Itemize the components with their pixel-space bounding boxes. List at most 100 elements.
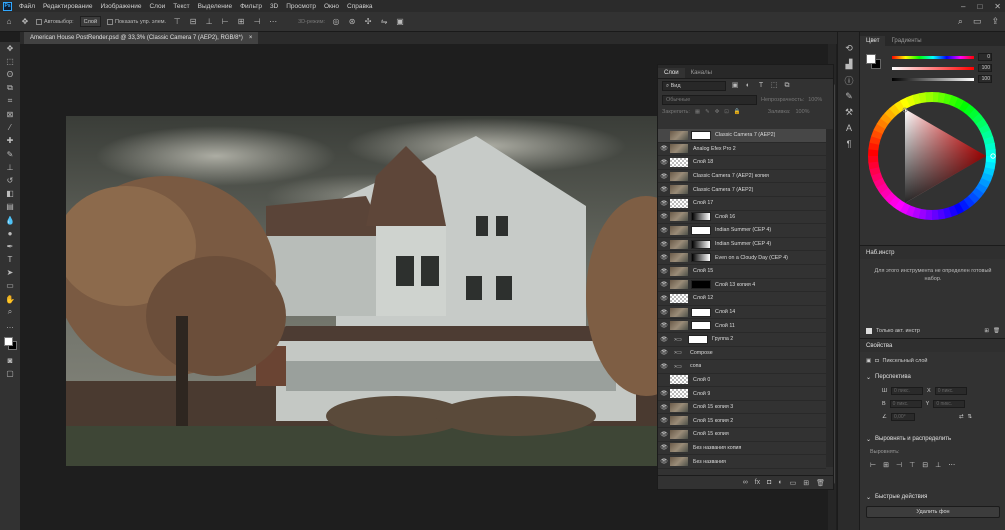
layer-thumbnail[interactable] [670,457,688,467]
layer-row[interactable]: 👁 ›▭ сопа [658,360,826,374]
visibility-eye-icon[interactable]: 👁 [658,376,670,383]
distribute-icon[interactable]: ⋯ [268,17,278,27]
layer-row[interactable]: 👁 ›▭ Compose [658,347,826,361]
tab-layers[interactable]: Слои [658,68,685,78]
filter-pixel-icon[interactable]: ▣ [731,82,739,90]
layer-thumbnail[interactable] [670,185,688,195]
remove-background-button[interactable]: Удалить фон [866,506,1000,518]
menu-help[interactable]: Справка [343,3,377,10]
filter-kind-select[interactable]: ⌕ Вид [662,81,726,91]
tab-color[interactable]: Цвет [860,36,886,46]
dodge-icon[interactable]: ● [0,227,20,240]
pan-3d-icon[interactable]: ✣ [363,17,373,27]
stamp-icon[interactable]: ⊥ [0,161,20,174]
align-vcenter-icon[interactable]: ⊟ [188,17,198,27]
layer-thumbnail[interactable] [670,266,688,276]
menu-type[interactable]: Текст [169,3,193,10]
layer-thumbnail[interactable] [670,171,688,181]
folder-icon[interactable]: ›▭ [670,363,686,370]
move-tool-icon[interactable]: ✥ [20,17,30,27]
align-bottom-edges-icon[interactable]: ⊥ [935,461,941,469]
layer-row[interactable]: 👁 ›▭ Группа 2 [658,333,826,347]
layer-row[interactable]: 👁 Слой 15 копия 3 [658,401,826,415]
align-section[interactable]: ⌄ Выровнять и распределить [860,433,1005,445]
layer-mask-thumbnail[interactable] [691,212,711,222]
orbit-3d-icon[interactable]: ◎ [331,17,341,27]
visibility-eye-icon[interactable]: 👁 [658,241,670,248]
layer-mask-thumbnail[interactable] [691,307,711,317]
visibility-eye-icon[interactable]: 👁 [658,186,670,193]
layer-mask-thumbnail[interactable] [691,130,711,140]
visibility-eye-icon[interactable]: 👁 [658,363,670,370]
link-icon[interactable]: ∞ [743,479,748,486]
visibility-eye-icon[interactable]: 👁 [658,295,670,302]
layer-thumbnail[interactable] [670,157,688,167]
visibility-eye-icon[interactable]: 👁 [658,431,670,438]
menu-3d[interactable]: 3D [266,3,282,10]
filter-type-icon[interactable]: T [757,82,765,90]
foreground-swatch[interactable] [4,337,13,347]
scale-3d-icon[interactable]: ▣ [395,17,405,27]
layer-row[interactable]: 👁 Слой 15 [658,265,826,279]
layer-row[interactable]: 👁 Слой 11 [658,319,826,333]
trash-icon[interactable]: 🗑 [816,479,825,487]
type-icon[interactable]: T [0,253,20,266]
gradient-icon[interactable]: ▤ [0,200,20,213]
color-wheel[interactable] [866,90,998,222]
layer-thumbnail[interactable] [670,429,688,439]
visibility-eye-icon[interactable]: 👁 [658,200,670,207]
height-field[interactable]: 0 пикс. [889,400,922,408]
maximize-icon[interactable]: □ [977,2,982,11]
transform-section[interactable]: ⌄ Перспектива [860,371,1005,383]
visibility-eye-icon[interactable]: 👁 [658,227,670,234]
rectangle-icon[interactable]: ▭ [0,279,20,292]
pen-icon[interactable]: ✒ [0,240,20,253]
mask-icon[interactable]: ◘ [767,479,771,486]
eraser-icon[interactable]: ◧ [0,187,20,200]
layer-thumbnail[interactable] [670,280,688,290]
layer-row[interactable]: 👁 Слой 16 [658,211,826,225]
visibility-eye-icon[interactable]: 👁 [658,444,670,451]
layer-thumbnail[interactable] [670,144,688,154]
layer-row[interactable]: 👁 Слой 9 [658,387,826,401]
angle-field[interactable]: 0,00° [890,413,915,421]
show-transform-checkbox[interactable]: Показать упр. элем. [107,18,166,25]
document-image[interactable] [66,116,662,466]
history-brush-icon[interactable]: ↺ [0,174,20,187]
layer-thumbnail[interactable] [670,402,688,412]
auto-select-dropdown[interactable]: Слой [79,16,102,27]
layer-thumbnail[interactable] [670,239,688,249]
fill-value[interactable]: 100% [795,109,809,115]
crop-icon[interactable]: ⌗ [0,95,20,108]
more-tools-icon[interactable]: … [0,319,20,332]
minimize-icon[interactable]: – [961,2,965,11]
brush-panel-icon[interactable]: ✎ [838,88,860,104]
color-swatches[interactable] [0,332,20,354]
roll-3d-icon[interactable]: ⊛ [347,17,357,27]
healing-icon[interactable]: ✚ [0,134,20,147]
search-icon[interactable]: ⌕ [958,16,963,27]
layer-mask-thumbnail[interactable] [691,253,711,263]
brush-icon[interactable]: ✎ [0,148,20,161]
marquee-icon[interactable]: ⬚ [0,55,20,68]
checkbox-icon[interactable] [866,328,872,334]
layer-mask-thumbnail[interactable] [691,280,711,290]
photoshop-logo[interactable]: Ps [3,1,12,11]
lasso-icon[interactable]: ʘ [0,68,20,81]
close-tab-icon[interactable]: × [249,35,253,41]
layers-scrollbar[interactable] [826,129,833,467]
layer-row[interactable]: 👁 Слой 13 копия 4 [658,279,826,293]
visibility-eye-icon[interactable]: 👁 [658,173,670,180]
only-current-tool-checkbox[interactable]: Только акт. инстр ⊞ 🗑 [860,325,1005,337]
align-right-icon[interactable]: ⊣ [252,17,262,27]
lock-transparency-icon[interactable]: ▦ [695,109,700,115]
tab-gradients[interactable]: Градиенты [885,36,927,46]
layer-row[interactable]: 👁 Без названия копия [658,442,826,456]
delete-preset-icon[interactable]: 🗑 [993,328,1000,334]
group-icon[interactable]: ▭ [790,479,797,487]
visibility-eye-icon[interactable]: 👁 [658,458,670,465]
layer-row[interactable]: 👁 Classic Camera 7 (AEP2) [658,129,826,143]
layer-row[interactable]: 👁 Classic Camera 7 (AEP2) копия [658,170,826,184]
visibility-eye-icon[interactable]: 👁 [658,254,670,261]
lock-pixels-icon[interactable]: ✎ [705,109,710,115]
